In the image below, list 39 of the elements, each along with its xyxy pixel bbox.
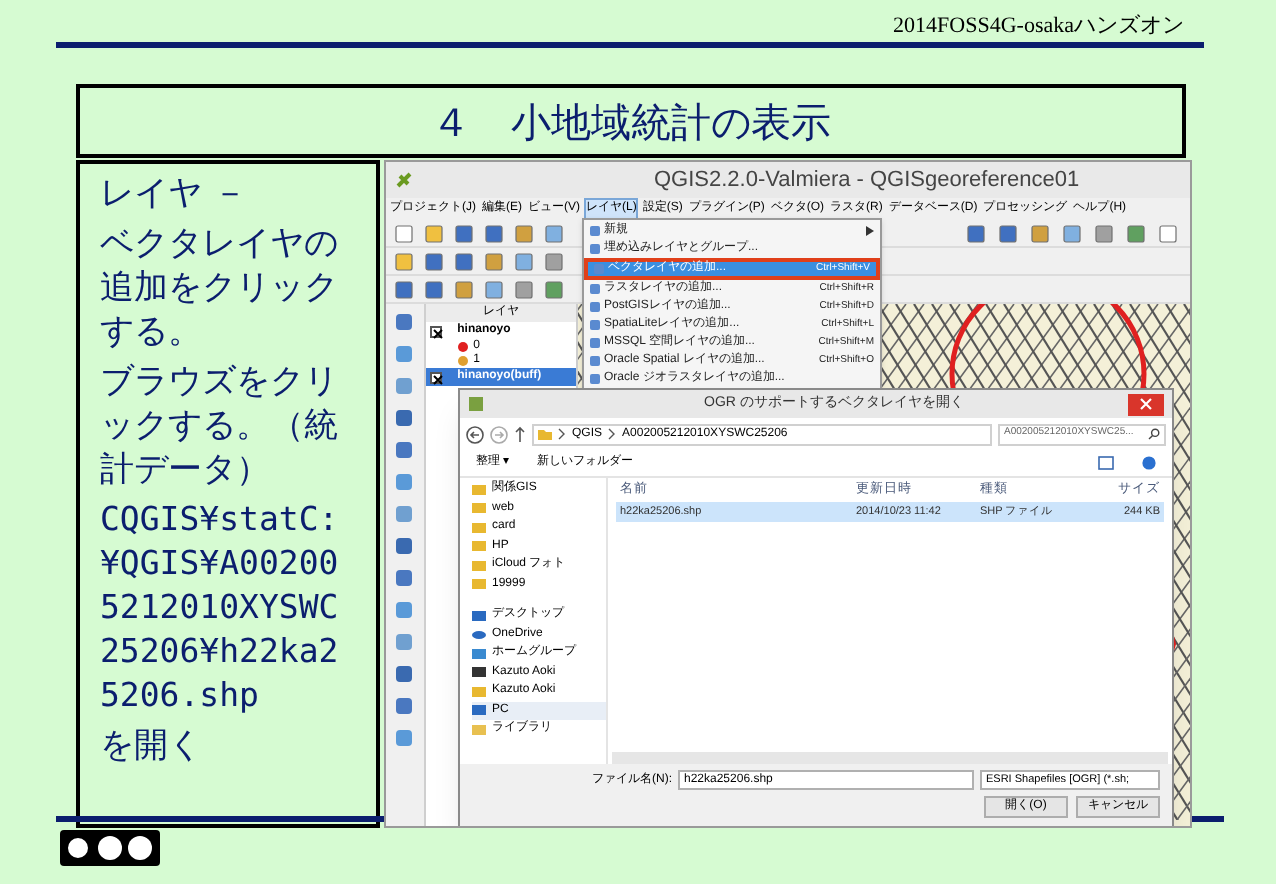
checkbox-icon[interactable] [431,327,444,339]
submenu-arrow-icon[interactable] [866,226,874,236]
horizontal-scrollbar[interactable] [612,752,1168,764]
chevron-icon [608,428,617,440]
cloud-icon [472,628,486,641]
layer-tool-icon[interactable] [394,696,415,716]
layer-tool-icon[interactable] [394,504,415,524]
layer-tool-icon[interactable] [394,408,415,428]
layer-tool-icon[interactable] [394,728,415,748]
layer-tool-icon[interactable] [394,312,415,332]
layer-tool-icon[interactable] [394,632,415,652]
layer-tool-icon[interactable] [394,568,415,588]
instruction-text: ベクタレイヤの追加をクリックする。 [100,222,340,354]
instruction-text: ブラウズをクリックする。（統計データ） [100,360,340,492]
slide-title: ４ 小地域統計の表示 [76,84,1186,158]
forward-icon[interactable] [490,425,508,443]
close-button[interactable] [1128,393,1164,415]
up-arrow-icon[interactable] [514,426,526,442]
layer-tool-icon[interactable] [394,536,415,556]
layer-tool-icon[interactable] [394,376,415,396]
checkbox-icon[interactable] [431,373,444,385]
pane-icon[interactable] [1098,456,1114,470]
chevron-icon [558,428,566,440]
header-text: 2014FOSS4G-osakaハンズオン [893,14,1184,42]
instruction-text: を開く [100,724,204,768]
layer-tool-icon[interactable] [394,440,415,460]
back-icon[interactable] [466,425,484,443]
layer-tool-icon[interactable] [394,664,415,684]
close-icon[interactable] [1140,398,1152,410]
app-logo-icon[interactable] [394,170,414,190]
layer-tool-icon[interactable] [394,600,415,620]
window-title: QGIS2.2.0-Valmiera - QGISgeoreference01 [654,165,1080,196]
help-icon[interactable] [1142,456,1156,470]
instruction-text: CQGIS¥statC:¥QGIS¥A002005212010XYSWC25206¥h22ka25206.shp [100,498,341,718]
layer-tool-icon[interactable] [394,472,415,492]
app-logo-icon[interactable] [468,396,484,412]
layer-tool-icon[interactable] [394,344,415,364]
instruction-text: レイヤ － [100,172,249,216]
search-icon[interactable] [1148,428,1160,440]
